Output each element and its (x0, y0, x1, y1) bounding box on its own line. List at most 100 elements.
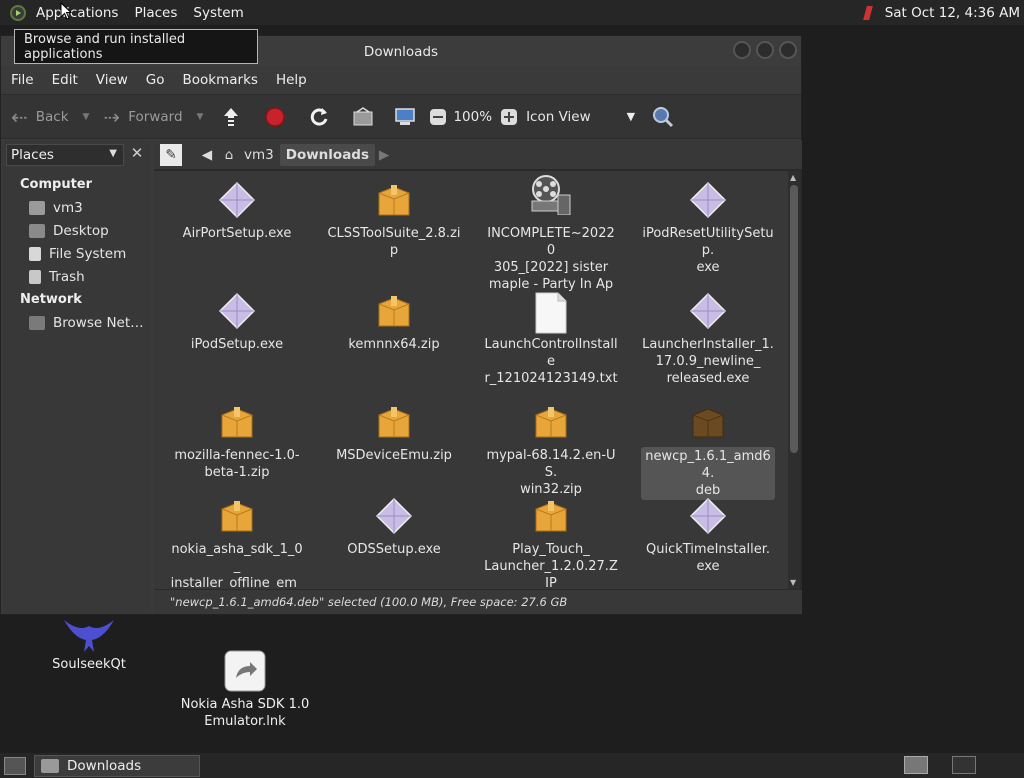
stop-icon[interactable] (263, 105, 287, 129)
notification-icon[interactable] (862, 5, 873, 20)
scroll-down-arrow-icon[interactable]: ▼ (790, 578, 796, 587)
back-button[interactable]: ⇠ Back (11, 105, 69, 129)
edit-location-button[interactable]: ✎ (160, 144, 182, 166)
content-pane: ✎ ◀ ⌂ vm3 Downloads ▶ AirPortSetup.exe CL… (154, 141, 802, 614)
scrollbar-thumb[interactable] (790, 185, 798, 453)
sidebar-item-file-system[interactable]: File System (3, 242, 151, 265)
desktop-icon-nokia-emulator[interactable]: Nokia Asha SDK 1.0 Emulator.lnk (174, 650, 316, 730)
menu-file[interactable]: File (5, 72, 40, 88)
maximize-button[interactable] (756, 41, 774, 59)
menu-bookmarks[interactable]: Bookmarks (177, 72, 264, 88)
menu-system[interactable]: System (185, 5, 251, 21)
path-left-arrow-icon[interactable]: ◀ (196, 144, 218, 166)
package-icon (375, 292, 413, 330)
task-downloads[interactable]: Downloads (34, 754, 200, 777)
file-name: CLSSToolSuite_2.8.zip (327, 226, 461, 258)
sidebar-item-label: File System (49, 245, 127, 262)
home-folder-icon: ⌂ (224, 147, 234, 163)
breadcrumb-downloads[interactable]: Downloads (279, 144, 376, 166)
applications-icon[interactable] (10, 4, 26, 21)
back-label: Back (35, 108, 69, 125)
search-icon[interactable] (651, 105, 675, 129)
chevron-down-icon: ▼ (109, 148, 117, 159)
mouse-pointer-icon (60, 2, 72, 20)
bird-icon (64, 620, 114, 652)
exe-diamond-icon (689, 292, 727, 330)
menu-applications[interactable]: Applications (28, 5, 126, 21)
menu-places[interactable]: Places (126, 5, 185, 21)
clock[interactable]: Sat Oct 12, 4:36 AM (885, 5, 1020, 21)
file-name: MSDeviceEmu.zip (336, 448, 452, 463)
zoom-out-icon[interactable] (429, 108, 447, 126)
shortcut-icon (224, 650, 266, 692)
menu-view[interactable]: View (90, 72, 134, 88)
places-combo[interactable]: Places ▼ (6, 144, 124, 166)
sidebar-item-label: vm3 (53, 199, 83, 216)
menu-go[interactable]: Go (140, 72, 171, 88)
sidebar-item-trash[interactable]: Trash (3, 265, 151, 288)
file-name: iPodResetUtilitySetup. exe (642, 226, 774, 275)
file-manager-window: Downloads File Edit View Go Bookmarks He… (0, 35, 802, 615)
drive-icon (29, 246, 41, 261)
file-icon-view[interactable]: AirPortSetup.exe CLSSToolSuite_2.8.zip INC… (154, 171, 788, 589)
package-icon (532, 497, 570, 535)
sidebar-item-vm3[interactable]: vm3 (3, 196, 151, 219)
file-name: AirPortSetup.exe (182, 226, 292, 241)
section-computer: Computer (20, 177, 93, 192)
package-icon (218, 403, 256, 441)
tooltip: Browse and run installed applications (14, 29, 258, 64)
back-history-dropdown[interactable]: ▼ (83, 112, 90, 122)
sidebar-item-label: Trash (49, 268, 85, 285)
show-desktop-button[interactable] (4, 756, 26, 775)
minimize-button[interactable] (733, 41, 751, 59)
computer-icon[interactable] (393, 105, 417, 129)
exe-diamond-icon (375, 497, 413, 535)
network-icon (29, 315, 45, 330)
workspace-2-button[interactable] (952, 756, 976, 774)
view-mode-select[interactable]: Icon View (526, 109, 591, 125)
sidebar-item-desktop[interactable]: Desktop (3, 219, 151, 242)
exe-diamond-icon (689, 497, 727, 535)
up-arrow-icon[interactable] (219, 105, 243, 129)
file-name: kemnnx64.zip (348, 337, 440, 352)
trash-icon (29, 269, 41, 284)
task-label: Downloads (67, 757, 142, 774)
desktop-icon-soulseekqt[interactable]: SoulseekQt (42, 612, 136, 673)
file-name: Play_Touch_ Launcher_1.2.0.27.ZIP (484, 542, 618, 589)
sidebar-item-browse-network[interactable]: Browse Net… (3, 311, 151, 334)
menu-help[interactable]: Help (270, 72, 313, 88)
forward-history-dropdown[interactable]: ▼ (197, 112, 204, 122)
file-name: ODSSetup.exe (347, 542, 441, 557)
workspace-1-button[interactable] (904, 756, 928, 774)
bottom-taskbar: Downloads (0, 753, 1024, 778)
clock-area: Sat Oct 12, 4:36 AM (862, 0, 1020, 25)
desktop-icon-label: SoulseekQt (52, 657, 126, 672)
scroll-up-arrow-icon[interactable]: ▲ (790, 173, 796, 182)
close-button[interactable] (779, 41, 797, 59)
zoom-level[interactable]: 100% (453, 109, 492, 125)
forward-arrow-icon: ⇢ (103, 104, 121, 129)
forward-button[interactable]: ⇢ Forward (103, 105, 182, 129)
sidebar-pane: Places ▼ ✕ Computer vm3 Desktop File Sys… (3, 141, 151, 614)
exe-diamond-icon (218, 292, 256, 330)
path-right-arrow-icon[interactable]: ▶ (375, 144, 393, 166)
view-mode-dropdown-icon[interactable]: ▼ (627, 110, 635, 123)
reload-icon[interactable] (307, 105, 331, 129)
toolbar: ⇠ Back ▼ ⇢ Forward ▼ 100% Icon View ▼ (1, 94, 801, 139)
video-reel-icon (528, 175, 571, 216)
scrollbar[interactable]: ▲ ▼ (788, 171, 800, 589)
places-combo-label: Places (11, 147, 54, 163)
folder-icon (41, 758, 59, 773)
close-sidebar-button[interactable]: ✕ (127, 144, 147, 166)
menubar: File Edit View Go Bookmarks Help (1, 66, 801, 94)
home-icon[interactable] (351, 105, 375, 129)
menu-edit[interactable]: Edit (46, 72, 84, 88)
sidebar-item-label: Desktop (53, 222, 109, 239)
section-network: Network (20, 292, 82, 307)
home-folder-icon (29, 200, 45, 215)
status-bar: "newcp_1.6.1_amd64.deb" selected (100.0 … (154, 590, 802, 614)
breadcrumb-vm3[interactable]: vm3 (238, 144, 280, 166)
zoom-in-icon[interactable] (500, 108, 518, 126)
file-name: newcp_1.6.1_amd64. deb (641, 447, 775, 500)
package-icon (375, 181, 413, 219)
